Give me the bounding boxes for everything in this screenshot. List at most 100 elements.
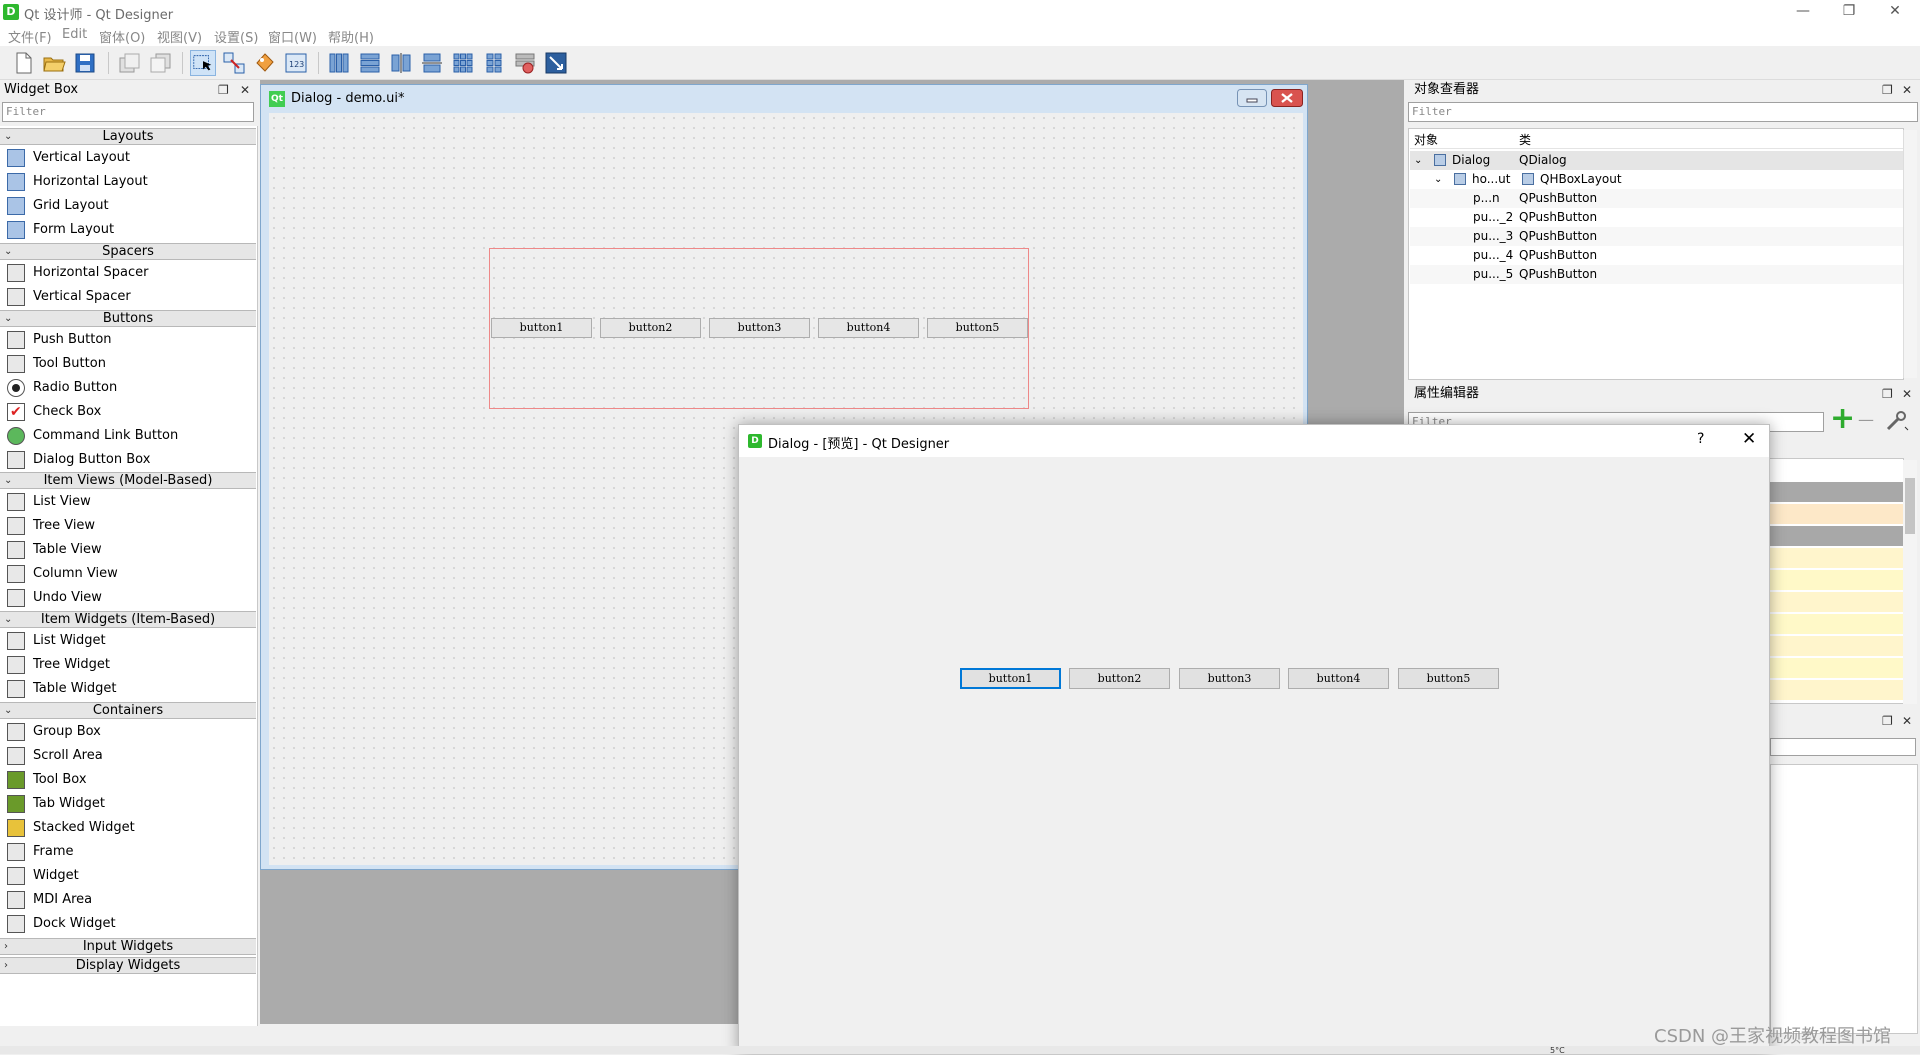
widget-item[interactable]: Tab Widget: [0, 792, 256, 816]
widget-item[interactable]: Radio Button: [0, 376, 256, 400]
property-row[interactable]: [1770, 614, 1904, 634]
widget-item[interactable]: Vertical Spacer: [0, 285, 256, 309]
property-editor-float-button[interactable]: ❐: [1882, 387, 1893, 401]
lower-dock-filter-input[interactable]: [1770, 738, 1916, 756]
menu-edit[interactable]: Edit: [62, 27, 87, 42]
new-file-icon[interactable]: [10, 50, 36, 76]
property-row[interactable]: [1770, 658, 1904, 678]
preview-help-button[interactable]: ?: [1697, 431, 1704, 447]
widget-item[interactable]: Scroll Area: [0, 744, 256, 768]
form-push-button[interactable]: button5: [927, 318, 1028, 338]
widget-item[interactable]: Horizontal Layout: [0, 170, 256, 194]
lower-dock-float-button[interactable]: ❐: [1882, 714, 1893, 728]
preview-push-button[interactable]: button5: [1398, 668, 1499, 689]
widget-item[interactable]: Undo View: [0, 586, 256, 610]
widget-item[interactable]: Horizontal Spacer: [0, 261, 256, 285]
widget-category-header[interactable]: ⌄ Layouts: [0, 128, 256, 145]
property-row[interactable]: [1770, 504, 1904, 524]
widget-item[interactable]: List Widget: [0, 629, 256, 653]
object-inspector-filter-input[interactable]: Filter: [1408, 102, 1918, 122]
widget-item[interactable]: Tree View: [0, 514, 256, 538]
form-minimize-icon[interactable]: [1237, 89, 1267, 107]
object-tree-row[interactable]: pu..._5 QPushButton: [1410, 265, 1904, 284]
form-push-button[interactable]: button2: [600, 318, 701, 338]
object-tree-row[interactable]: pu..._2 QPushButton: [1410, 208, 1904, 227]
form-push-button[interactable]: button3: [709, 318, 810, 338]
widget-category-header[interactable]: ⌄ Item Widgets (Item-Based): [0, 611, 256, 628]
widget-item[interactable]: MDI Area: [0, 888, 256, 912]
widget-item[interactable]: Group Box: [0, 720, 256, 744]
widget-box-float-button[interactable]: ❐: [218, 83, 229, 97]
property-row[interactable]: [1770, 592, 1904, 612]
send-to-back-icon[interactable]: [116, 50, 142, 76]
property-row[interactable]: [1770, 680, 1904, 700]
object-tree-row[interactable]: p...n QPushButton: [1410, 189, 1904, 208]
save-icon[interactable]: [72, 50, 98, 76]
layout-form-icon[interactable]: [481, 50, 507, 76]
widget-item[interactable]: Frame: [0, 840, 256, 864]
menu-file[interactable]: 文件(F): [8, 27, 52, 46]
preview-push-button[interactable]: button3: [1179, 668, 1280, 689]
bring-to-front-icon[interactable]: [147, 50, 173, 76]
property-row[interactable]: [1770, 526, 1904, 546]
layout-vertical-splitter-icon[interactable]: [419, 50, 445, 76]
widget-item[interactable]: Form Layout: [0, 218, 256, 242]
widget-item[interactable]: Grid Layout: [0, 194, 256, 218]
preview-push-button[interactable]: button1: [960, 668, 1061, 689]
preview-push-button[interactable]: button4: [1288, 668, 1389, 689]
edit-signals-slots-icon[interactable]: [221, 50, 247, 76]
menu-form[interactable]: 窗体(O): [99, 27, 145, 46]
edit-buddies-icon[interactable]: [252, 50, 278, 76]
widget-category-header[interactable]: ⌄ Containers: [0, 702, 256, 719]
widget-item[interactable]: Tree Widget: [0, 653, 256, 677]
object-tree-scrollbar[interactable]: [1903, 130, 1917, 378]
break-layout-icon[interactable]: [512, 50, 538, 76]
layout-grid-icon[interactable]: [450, 50, 476, 76]
widget-item[interactable]: Command Link Button: [0, 424, 256, 448]
object-inspector-close-button[interactable]: ✕: [1902, 83, 1912, 97]
menu-view[interactable]: 视图(V): [157, 27, 202, 46]
widget-box-close-button[interactable]: ✕: [240, 83, 250, 97]
property-table-scrollbar[interactable]: [1903, 460, 1917, 704]
widget-item[interactable]: Table View: [0, 538, 256, 562]
layout-horizontal-icon[interactable]: [326, 50, 352, 76]
menu-settings[interactable]: 设置(S): [214, 27, 258, 46]
configure-wrench-icon[interactable]: [1884, 410, 1910, 432]
restore-button[interactable]: ❐: [1826, 0, 1872, 24]
object-tree-row[interactable]: pu..._3 QPushButton: [1410, 227, 1904, 246]
remove-property-icon[interactable]: —: [1858, 410, 1874, 429]
object-tree-row[interactable]: ⌄ Dialog QDialog: [1410, 151, 1904, 170]
add-property-icon[interactable]: +: [1830, 404, 1855, 434]
widget-category-header[interactable]: ⌄ Buttons: [0, 310, 256, 327]
widget-item[interactable]: Widget: [0, 864, 256, 888]
adjust-size-icon[interactable]: [543, 50, 569, 76]
form-push-button[interactable]: button1: [491, 318, 592, 338]
object-tree-row[interactable]: ⌄ ho...ut QHBoxLayout: [1410, 170, 1904, 189]
preview-push-button[interactable]: button2: [1069, 668, 1170, 689]
widget-item[interactable]: Table Widget: [0, 677, 256, 701]
widget-item[interactable]: Column View: [0, 562, 256, 586]
layout-vertical-icon[interactable]: [357, 50, 383, 76]
edit-tab-order-icon[interactable]: 123: [283, 50, 309, 76]
lower-dock-close-button[interactable]: ✕: [1902, 714, 1912, 728]
minimize-button[interactable]: —: [1780, 0, 1826, 24]
widget-item[interactable]: Tool Button: [0, 352, 256, 376]
property-row[interactable]: [1770, 570, 1904, 590]
property-row[interactable]: [1770, 548, 1904, 568]
chevron-down-icon[interactable]: ⌄: [1434, 170, 1442, 189]
widget-item[interactable]: Dock Widget: [0, 912, 256, 936]
close-button[interactable]: ✕: [1872, 0, 1918, 24]
widget-item[interactable]: Vertical Layout: [0, 146, 256, 170]
edit-widgets-icon[interactable]: [190, 50, 216, 76]
object-inspector-float-button[interactable]: ❐: [1882, 83, 1893, 97]
widget-item[interactable]: Stacked Widget: [0, 816, 256, 840]
chevron-down-icon[interactable]: ⌄: [1414, 151, 1422, 170]
widget-box-filter-input[interactable]: Filter: [2, 102, 254, 122]
form-push-button[interactable]: button4: [818, 318, 919, 338]
widget-category-header[interactable]: › Display Widgets: [0, 957, 256, 974]
menu-help[interactable]: 帮助(H): [328, 27, 374, 46]
widget-item[interactable]: Dialog Button Box: [0, 448, 256, 472]
property-editor-close-button[interactable]: ✕: [1902, 387, 1912, 401]
open-folder-icon[interactable]: [41, 50, 67, 76]
property-row[interactable]: [1770, 482, 1904, 502]
